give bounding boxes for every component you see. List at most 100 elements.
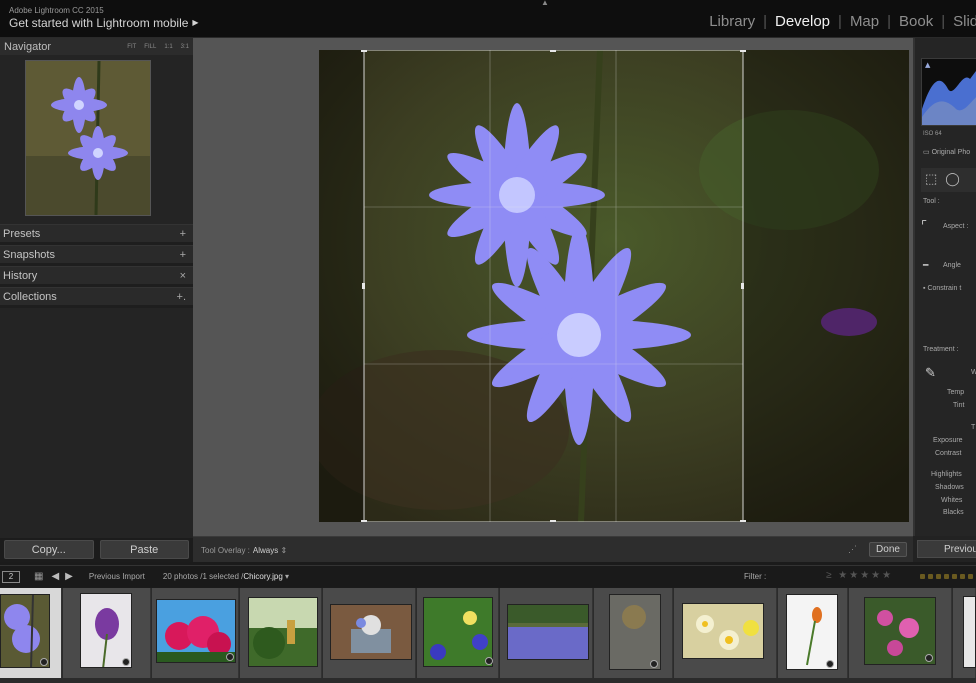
iso-info: ISO 64	[923, 131, 942, 137]
loading-icon: ⋰	[848, 544, 857, 554]
module-separator: |	[941, 13, 946, 30]
develop-badge-icon	[122, 658, 130, 666]
crop-angle-icon[interactable]: ⌜	[921, 218, 927, 234]
chicory-photo	[309, 48, 909, 524]
original-photo-label: Original Pho	[931, 149, 971, 156]
thumb-statue-art	[622, 605, 646, 629]
presets-label: Presets	[3, 227, 41, 240]
grid-icon[interactable]: ▦	[34, 571, 43, 582]
plus-icon[interactable]: +.	[177, 291, 186, 303]
original-photo-toggle[interactable]: ▭ Original Pho	[923, 148, 970, 156]
paste-button[interactable]: Paste	[99, 540, 189, 559]
develop-badge-icon	[226, 653, 234, 661]
navigator-preview[interactable]	[25, 60, 151, 216]
thumb-image	[786, 594, 838, 670]
tool-overlay-control[interactable]: Tool Overlay : Always ⇕	[201, 546, 287, 555]
module-book[interactable]: Book	[899, 13, 933, 30]
history-label: History	[3, 269, 38, 282]
chicory-thumbnail-image	[26, 60, 150, 216]
left-panel: Navigator FIT FILL 1:1 3:1 Presets + Snap	[0, 38, 193, 562]
tone-label: T	[971, 424, 976, 431]
done-button[interactable]: Done	[869, 542, 907, 557]
zoom-fill[interactable]: FILL	[144, 44, 156, 50]
filmstrip-thumb-purple-flower[interactable]	[63, 588, 151, 678]
color-swatch[interactable]	[952, 574, 957, 579]
secondary-monitor-button[interactable]: 2	[2, 570, 20, 583]
thumb-image	[423, 597, 493, 667]
snapshots-panel[interactable]: Snapshots +	[0, 245, 193, 266]
filmstrip-thumb-daffodils[interactable]	[674, 588, 777, 678]
thumb-image	[963, 596, 976, 668]
clear-icon[interactable]: ×	[180, 270, 186, 282]
histogram[interactable]: ▲	[921, 58, 976, 126]
checkbox-icon: ▪	[923, 285, 926, 292]
module-map[interactable]: Map	[850, 13, 879, 30]
zoom-fit[interactable]: FIT	[127, 44, 136, 50]
tool-strip: ⬚ ◯	[921, 168, 976, 192]
history-panel[interactable]: History ×	[0, 266, 193, 287]
thumb-garden-art	[249, 598, 317, 659]
filmstrip	[0, 588, 976, 683]
shadows-label: Shadows	[935, 484, 964, 491]
collections-panel[interactable]: Collections +.	[0, 287, 193, 308]
module-library[interactable]: Library	[709, 13, 755, 30]
thumb-image	[156, 599, 236, 663]
filmstrip-thumb-tulip-white[interactable]	[778, 588, 848, 678]
copy-button[interactable]: Copy...	[4, 540, 94, 559]
filmstrip-thumb-lavender-field[interactable]	[500, 588, 593, 678]
constrain-checkbox[interactable]: ▪ Constrain t	[923, 285, 961, 292]
left-panel-list: Presets + Snapshots + History × Collections…	[0, 224, 193, 308]
back-arrow-icon[interactable]: ◀	[51, 571, 65, 582]
filmstrip-thumb-pink-phlox[interactable]	[849, 588, 952, 678]
color-swatch[interactable]	[968, 574, 973, 579]
right-bottom-bar: Previous	[913, 536, 976, 562]
plus-icon[interactable]: +	[180, 249, 186, 261]
filmstrip-thumb-pink-flowers[interactable]	[152, 588, 239, 678]
zoom-3-1[interactable]: 3:1	[181, 44, 189, 50]
zoom-1-1[interactable]: 1:1	[164, 44, 172, 50]
thumb-planter-art	[351, 615, 391, 653]
navigation-arrows: ◀▶	[51, 571, 78, 582]
previous-button[interactable]: Previous	[917, 540, 976, 558]
right-panel: ▲ ISO 64 ▭ Original Pho ⬚ ◯ Tool : ⌜ Asp…	[913, 38, 976, 562]
filmstrip-thumb-purple-flowers-bush[interactable]	[417, 588, 499, 678]
plus-icon[interactable]: +	[180, 228, 186, 240]
crop-tool-icon[interactable]: ⬚	[925, 171, 937, 189]
source-label[interactable]: Previous Import	[89, 572, 145, 581]
thumb-lavender-art	[508, 605, 588, 659]
mobile-promo-link[interactable]: Get started with Lightroom mobile ▶	[9, 16, 199, 30]
color-swatch[interactable]	[920, 574, 925, 579]
spot-removal-icon[interactable]: ◯	[945, 171, 960, 189]
color-swatch[interactable]	[960, 574, 965, 579]
filmstrip-header: 2 ▦ ◀▶ Previous Import 20 photos /1 sele…	[0, 565, 976, 587]
presets-panel[interactable]: Presets +	[0, 224, 193, 245]
collapse-top-icon[interactable]: ▲	[541, 0, 549, 7]
color-swatch[interactable]	[944, 574, 949, 579]
thumb-image	[330, 604, 412, 660]
dropdown-arrows-icon: ⇕	[280, 546, 288, 555]
module-separator: |	[887, 13, 892, 30]
whites-label: Whites	[941, 497, 963, 504]
tool-overlay-label: Tool Overlay :	[201, 546, 250, 555]
tool-label: Tool :	[923, 198, 940, 205]
straighten-tool-icon[interactable]: ━	[923, 260, 928, 271]
color-swatch[interactable]	[928, 574, 933, 579]
module-slides[interactable]: Slides	[953, 13, 976, 30]
navigator-header[interactable]: Navigator FIT FILL 1:1 3:1	[0, 38, 193, 55]
photo-with-crop-overlay[interactable]	[309, 48, 909, 524]
filmstrip-thumb-planter[interactable]	[323, 588, 416, 678]
photo-count[interactable]: 20 photos /1 selected /Chicory.jpg ▾	[163, 572, 289, 581]
filmstrip-thumb-chicory[interactable]	[0, 588, 62, 678]
filmstrip-thumb-garden-person[interactable]	[240, 588, 322, 678]
color-swatch[interactable]	[936, 574, 941, 579]
color-label-filter[interactable]	[920, 574, 973, 579]
app-name: Adobe Lightroom CC 2015	[9, 6, 104, 15]
filmstrip-thumb-stone-statue[interactable]	[594, 588, 673, 678]
module-develop[interactable]: Develop	[775, 13, 830, 30]
eyedropper-icon[interactable]: ✎	[925, 365, 936, 381]
forward-arrow-icon[interactable]: ▶	[65, 571, 79, 582]
thumb-bush-art	[430, 611, 488, 660]
rating-filter[interactable]: ≥ ★★★★★	[826, 570, 893, 581]
highlights-label: Highlights	[931, 471, 962, 478]
filmstrip-thumb-white-flower[interactable]	[953, 588, 976, 678]
